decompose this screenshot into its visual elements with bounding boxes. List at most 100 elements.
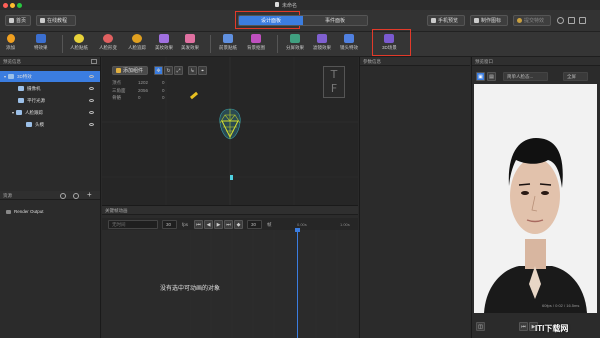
pivot-icon[interactable]: ⌖ bbox=[198, 66, 207, 75]
add-resource-icon[interactable]: + bbox=[87, 191, 92, 199]
preview-first-frame-icon[interactable]: ⏮ bbox=[519, 322, 528, 331]
zoom-window-button[interactable] bbox=[17, 3, 22, 8]
tutorial-button[interactable]: 在线教程 bbox=[36, 15, 76, 26]
last-frame-icon[interactable]: ⏭ bbox=[224, 220, 233, 229]
import-icon[interactable] bbox=[73, 193, 79, 199]
expand-icon: ▾ bbox=[12, 110, 15, 115]
head-model-wireframe[interactable] bbox=[217, 107, 243, 141]
filter-label: 滤镜效果 bbox=[313, 45, 331, 50]
resource-item-render-output[interactable]: Render Output bbox=[6, 206, 96, 217]
add-component-button[interactable]: 添加 bbox=[6, 34, 15, 51]
add-label: 添加 bbox=[6, 45, 15, 50]
close-window-button[interactable] bbox=[3, 3, 8, 8]
makeup-button[interactable]: 美妆效果 bbox=[155, 34, 173, 51]
face-sticker-button[interactable]: 人脸贴纸 bbox=[70, 34, 88, 51]
frame-count-input[interactable]: 30 bbox=[247, 220, 262, 229]
tree-item-label: 摄像机 bbox=[27, 85, 41, 91]
home-icon bbox=[9, 18, 14, 23]
add-component-label: 添加组件 bbox=[123, 68, 144, 74]
filter-button[interactable]: 滤镜效果 bbox=[313, 34, 331, 51]
lens-effect-button[interactable]: 镜头特效 bbox=[340, 34, 358, 51]
snapshot-icon[interactable]: ◫ bbox=[476, 322, 485, 331]
tree-item-directional-light[interactable]: 平行光源 bbox=[0, 95, 100, 106]
tree-item-label: 平行光源 bbox=[27, 97, 45, 103]
face-deform-label: 人脸形变 bbox=[99, 45, 117, 50]
face-track-icon bbox=[16, 110, 23, 115]
tree-item-label: 3D特效 bbox=[17, 73, 32, 79]
parameter-header: 参数信息 bbox=[360, 57, 470, 66]
resource-item-label: Render Output bbox=[14, 209, 44, 214]
hair-button[interactable]: 美发效果 bbox=[181, 34, 199, 51]
makeup-label: 美妆效果 bbox=[155, 45, 173, 50]
visibility-icon[interactable] bbox=[89, 111, 94, 114]
visibility-icon[interactable] bbox=[89, 75, 94, 78]
window-tools bbox=[557, 15, 595, 26]
play-icon[interactable]: ▶ bbox=[214, 220, 223, 229]
keyframe-header: 关键帧动画 bbox=[102, 206, 358, 215]
first-frame-icon[interactable]: ⏮ bbox=[194, 220, 203, 229]
divider bbox=[62, 35, 63, 53]
tree-item-label: 头模 bbox=[35, 121, 44, 127]
rotate-tool-icon[interactable]: ↻ bbox=[164, 66, 173, 75]
image-mode-icon[interactable]: ▣ bbox=[476, 72, 485, 81]
tree-item-head-model[interactable]: 头模 bbox=[0, 119, 100, 130]
preview-canvas[interactable]: 60fps / 0:02 / 16.5ms bbox=[474, 84, 597, 313]
face-sticker-icon bbox=[74, 34, 84, 43]
scale-tool-icon[interactable]: ⤢ bbox=[174, 66, 183, 75]
prev-frame-icon[interactable]: ◀ bbox=[204, 220, 213, 229]
view-front-label[interactable]: F bbox=[324, 82, 344, 95]
settings-icon[interactable] bbox=[579, 17, 586, 24]
effect-button[interactable]: 特效果 bbox=[34, 34, 48, 51]
background-matting-button[interactable]: 背景抠图 bbox=[247, 34, 265, 51]
video-mode-icon[interactable]: ▤ bbox=[487, 72, 496, 81]
help-icon[interactable] bbox=[60, 193, 66, 199]
3d-scene-button[interactable]: 3D场景 bbox=[382, 34, 397, 51]
3d-icon bbox=[8, 74, 15, 79]
tree-item-3d-effect[interactable]: ▾ 3D特效 bbox=[0, 71, 100, 82]
tree-item-camera[interactable]: 摄像机 bbox=[0, 83, 100, 94]
local-space-icon[interactable]: ↳ bbox=[188, 66, 197, 75]
stat-row-vertices: 顶点 1202 0 bbox=[112, 80, 165, 85]
make-label: 制作图标 bbox=[481, 18, 502, 24]
preview-controls: ▣ ▤ 简单人脸态... 全屏 bbox=[473, 70, 598, 82]
make-icon-button[interactable]: 制作图标 bbox=[470, 15, 508, 26]
fps-input[interactable]: 30 bbox=[162, 220, 177, 229]
home-button[interactable]: 首页 bbox=[5, 15, 31, 26]
title-bar: 未命名 bbox=[0, 0, 600, 10]
minimize-window-button[interactable] bbox=[10, 3, 15, 8]
keyframe-add-icon[interactable]: ◆ bbox=[234, 220, 243, 229]
move-tool-icon[interactable]: ✥ bbox=[154, 66, 163, 75]
submit-effect-button[interactable]: 提交特效 bbox=[513, 15, 551, 26]
preview-mode-select[interactable]: 简单人脸态... bbox=[503, 72, 548, 81]
visibility-icon[interactable] bbox=[89, 123, 94, 126]
animation-name-input[interactable]: 无时间 bbox=[108, 220, 158, 229]
face-track-button[interactable]: 人脸追踪 bbox=[128, 34, 146, 51]
tree-item-face-tracking[interactable]: ▾ 人脸跟踪 bbox=[0, 107, 100, 118]
mobile-preview-button[interactable]: 手机预览 bbox=[427, 15, 465, 26]
preview-title: 预览窗口 bbox=[475, 59, 493, 64]
add-component-viewport-button[interactable]: 添加组件 bbox=[112, 66, 148, 75]
user-icon[interactable] bbox=[557, 17, 564, 24]
stat-row-triangles: 三角面 2056 0 bbox=[112, 87, 165, 93]
collapse-icon[interactable] bbox=[91, 59, 97, 64]
view-cube[interactable]: T F bbox=[323, 66, 345, 98]
tab-event-panel[interactable]: 事件面板 bbox=[303, 16, 367, 25]
light-icon bbox=[18, 98, 24, 103]
resources-header: 资源 bbox=[0, 191, 100, 200]
view-top-label[interactable]: T bbox=[324, 68, 344, 81]
face-track-label: 人脸追踪 bbox=[128, 45, 146, 50]
expand-icon: ▾ bbox=[4, 74, 7, 79]
layout-icon[interactable] bbox=[568, 17, 575, 24]
foreground-sticker-button[interactable]: 前景贴纸 bbox=[219, 34, 237, 51]
light-gizmo[interactable] bbox=[230, 175, 233, 180]
visibility-icon[interactable] bbox=[89, 87, 94, 90]
preview-ratio-select[interactable]: 全屏 bbox=[563, 72, 588, 81]
split-screen-button[interactable]: 分屏效果 bbox=[286, 34, 304, 51]
hierarchy-title: 预览信息 bbox=[3, 59, 21, 64]
panel-tabs: 设计面板 事件面板 bbox=[238, 15, 368, 26]
component-icon bbox=[116, 68, 121, 73]
tutorial-label: 在线教程 bbox=[47, 18, 68, 24]
face-deform-button[interactable]: 人脸形变 bbox=[99, 34, 117, 51]
visibility-icon[interactable] bbox=[89, 99, 94, 102]
tab-design-panel[interactable]: 设计面板 bbox=[239, 16, 303, 25]
